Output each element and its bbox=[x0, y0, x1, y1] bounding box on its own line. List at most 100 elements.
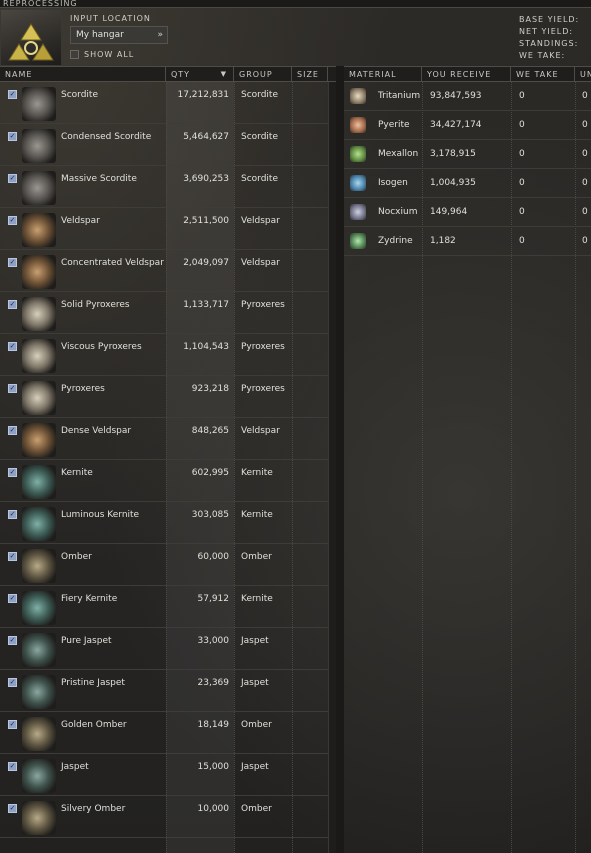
table-row[interactable]: Pyerite 34,427,174 0 0 bbox=[344, 111, 591, 140]
item-name: Golden Omber bbox=[61, 720, 127, 730]
material-we-take: 0 bbox=[519, 178, 525, 188]
checked-checkbox-icon[interactable]: ✓ bbox=[8, 342, 17, 351]
checked-checkbox-icon[interactable]: ✓ bbox=[8, 636, 17, 645]
material-we-take: 0 bbox=[519, 120, 525, 130]
mineral-icon bbox=[350, 88, 366, 104]
item-qty: 1,104,543 bbox=[183, 342, 229, 352]
material-you-receive: 1,182 bbox=[430, 236, 456, 246]
checked-checkbox-icon[interactable]: ✓ bbox=[8, 804, 17, 813]
item-group: Scordite bbox=[241, 174, 278, 184]
ore-icon bbox=[22, 591, 56, 625]
standings-label: STANDINGS: bbox=[519, 39, 579, 48]
ore-icon bbox=[22, 129, 56, 163]
column-material[interactable]: MATERIAL bbox=[344, 67, 422, 81]
material-un: 0 bbox=[582, 178, 588, 188]
table-row[interactable]: ✓ Solid Pyroxeres 1,133,717 Pyroxeres bbox=[0, 292, 336, 334]
item-group: Kernite bbox=[241, 594, 273, 604]
checked-checkbox-icon[interactable]: ✓ bbox=[8, 174, 17, 183]
material-you-receive: 34,427,174 bbox=[430, 120, 482, 130]
ore-icon bbox=[22, 297, 56, 331]
ore-icon bbox=[22, 675, 56, 709]
checked-checkbox-icon[interactable]: ✓ bbox=[8, 762, 17, 771]
table-row[interactable]: ✓ Concentrated Veldspar 2,049,097 Veldspar bbox=[0, 250, 336, 292]
table-row[interactable]: ✓ Dense Veldspar 848,265 Veldspar bbox=[0, 418, 336, 460]
item-group: Veldspar bbox=[241, 216, 280, 226]
table-row[interactable]: Isogen 1,004,935 0 0 bbox=[344, 169, 591, 198]
checked-checkbox-icon[interactable]: ✓ bbox=[8, 510, 17, 519]
column-qty-label: QTY bbox=[171, 70, 191, 79]
column-we-take[interactable]: WE TAKE bbox=[511, 67, 575, 81]
item-name: Dense Veldspar bbox=[61, 426, 132, 436]
we-take-label: WE TAKE: bbox=[519, 51, 566, 60]
table-row[interactable]: ✓ Pyroxeres 923,218 Pyroxeres bbox=[0, 376, 336, 418]
checked-checkbox-icon[interactable]: ✓ bbox=[8, 426, 17, 435]
checked-checkbox-icon[interactable]: ✓ bbox=[8, 300, 17, 309]
material-un: 0 bbox=[582, 207, 588, 217]
ore-icon bbox=[22, 507, 56, 541]
item-name: Scordite bbox=[61, 90, 98, 100]
checked-checkbox-icon[interactable]: ✓ bbox=[8, 720, 17, 729]
show-all-checkbox[interactable] bbox=[70, 50, 79, 59]
checked-checkbox-icon[interactable]: ✓ bbox=[8, 468, 17, 477]
item-qty: 15,000 bbox=[197, 762, 230, 772]
item-group: Veldspar bbox=[241, 426, 280, 436]
column-un[interactable]: UN bbox=[575, 67, 591, 81]
item-qty: 18,149 bbox=[197, 720, 230, 730]
table-row[interactable]: ✓ Omber 60,000 Omber bbox=[0, 544, 336, 586]
item-qty: 23,369 bbox=[197, 678, 230, 688]
ore-icon bbox=[22, 213, 56, 247]
column-name[interactable]: NAME bbox=[0, 67, 166, 81]
column-qty[interactable]: QTY ▼ bbox=[166, 67, 234, 81]
table-row[interactable]: ✓ Fiery Kernite 57,912 Kernite bbox=[0, 586, 336, 628]
item-group: Jaspet bbox=[241, 636, 269, 646]
column-you-receive[interactable]: YOU RECEIVE bbox=[422, 67, 511, 81]
item-name: Pure Jaspet bbox=[61, 636, 112, 646]
show-all-label: SHOW ALL bbox=[84, 50, 135, 59]
table-row[interactable]: ✓ Massive Scordite 3,690,253 Scordite bbox=[0, 166, 336, 208]
input-location-select[interactable]: My hangar » bbox=[70, 26, 168, 44]
table-row[interactable]: ✓ Luminous Kernite 303,085 Kernite bbox=[0, 502, 336, 544]
checked-checkbox-icon[interactable]: ✓ bbox=[8, 594, 17, 603]
ore-icon bbox=[22, 801, 56, 835]
checked-checkbox-icon[interactable]: ✓ bbox=[8, 552, 17, 561]
materials-table: MATERIAL YOU RECEIVE WE TAKE UN Tritaniu… bbox=[344, 66, 591, 853]
table-row[interactable]: ✓ Silvery Omber 10,000 Omber bbox=[0, 796, 336, 838]
checked-checkbox-icon[interactable]: ✓ bbox=[8, 132, 17, 141]
checked-checkbox-icon[interactable]: ✓ bbox=[8, 678, 17, 687]
column-group[interactable]: GROUP bbox=[234, 67, 292, 81]
items-scrollbar[interactable] bbox=[328, 82, 336, 853]
panel-divider[interactable] bbox=[336, 66, 344, 853]
checked-checkbox-icon[interactable]: ✓ bbox=[8, 90, 17, 99]
item-name: Omber bbox=[61, 552, 92, 562]
table-row[interactable]: ✓ Kernite 602,995 Kernite bbox=[0, 460, 336, 502]
item-group: Jaspet bbox=[241, 762, 269, 772]
item-qty: 33,000 bbox=[197, 636, 230, 646]
column-size[interactable]: SIZE bbox=[292, 67, 328, 81]
table-row[interactable]: ✓ Jaspet 15,000 Jaspet bbox=[0, 754, 336, 796]
table-row[interactable]: Nocxium 149,964 0 0 bbox=[344, 198, 591, 227]
item-group: Omber bbox=[241, 552, 272, 562]
material-we-take: 0 bbox=[519, 91, 525, 101]
ore-icon bbox=[22, 171, 56, 205]
checked-checkbox-icon[interactable]: ✓ bbox=[8, 384, 17, 393]
table-row[interactable]: ✓ Viscous Pyroxeres 1,104,543 Pyroxeres bbox=[0, 334, 336, 376]
table-row[interactable]: Tritanium 93,847,593 0 0 bbox=[344, 82, 591, 111]
table-row[interactable]: ✓ Veldspar 2,511,500 Veldspar bbox=[0, 208, 336, 250]
table-row[interactable]: ✓ Scordite 17,212,831 Scordite bbox=[0, 82, 336, 124]
table-row[interactable]: Zydrine 1,182 0 0 bbox=[344, 227, 591, 256]
table-row[interactable]: ✓ Pure Jaspet 33,000 Jaspet bbox=[0, 628, 336, 670]
mineral-icon bbox=[350, 146, 366, 162]
table-row[interactable]: ✓ Golden Omber 18,149 Omber bbox=[0, 712, 336, 754]
table-row[interactable]: Mexallon 3,178,915 0 0 bbox=[344, 140, 591, 169]
items-table-header: NAME QTY ▼ GROUP SIZE bbox=[0, 66, 336, 82]
checked-checkbox-icon[interactable]: ✓ bbox=[8, 216, 17, 225]
item-name: Solid Pyroxeres bbox=[61, 300, 130, 310]
checked-checkbox-icon[interactable]: ✓ bbox=[8, 258, 17, 267]
ore-icon bbox=[22, 465, 56, 499]
ore-icon bbox=[22, 759, 56, 793]
table-row[interactable]: ✓ Condensed Scordite 5,464,627 Scordite bbox=[0, 124, 336, 166]
item-qty: 848,265 bbox=[191, 426, 229, 436]
item-name: Massive Scordite bbox=[61, 174, 137, 184]
input-location-label: INPUT LOCATION bbox=[70, 14, 151, 23]
table-row[interactable]: ✓ Pristine Jaspet 23,369 Jaspet bbox=[0, 670, 336, 712]
